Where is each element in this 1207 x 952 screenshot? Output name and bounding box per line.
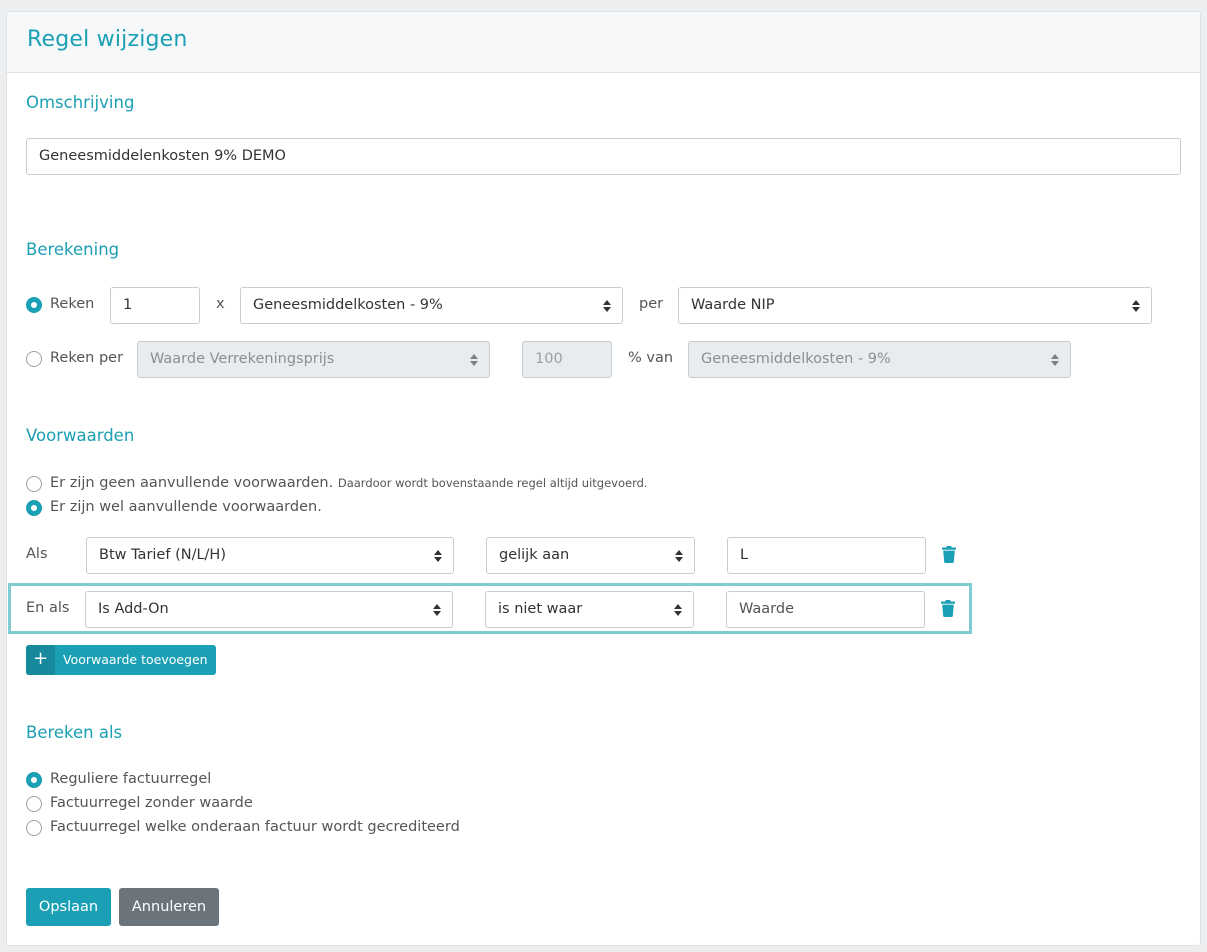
no-conditions-text: Er zijn geen aanvullende voorwaarden. bbox=[50, 475, 334, 491]
condition-field-select[interactable]: Is Add-On bbox=[85, 591, 453, 628]
page-title: Regel wijzigen bbox=[27, 27, 188, 52]
sort-arrows-icon bbox=[434, 547, 443, 564]
condition-field-value: Is Add-On bbox=[98, 601, 169, 617]
sort-arrows-icon bbox=[1132, 297, 1141, 314]
percent-of-label: % van bbox=[628, 350, 674, 366]
option-regular-radio[interactable] bbox=[26, 772, 42, 788]
reken-per-select-value: Waarde Verrekeningsprijs bbox=[150, 351, 335, 367]
option-no-value-label: Factuurregel zonder waarde bbox=[50, 795, 253, 811]
reken-per-select: Waarde Verrekeningsprijs bbox=[137, 341, 490, 378]
trash-icon[interactable] bbox=[942, 546, 956, 563]
option-credited-radio[interactable] bbox=[26, 820, 42, 836]
voorwaarden-title: Voorwaarden bbox=[26, 426, 135, 445]
card-header: Regel wijzigen bbox=[7, 12, 1200, 73]
condition-prefix: Als bbox=[26, 546, 48, 562]
condition-prefix: En als bbox=[26, 600, 70, 616]
option-regular-label: Reguliere factuurregel bbox=[50, 771, 212, 787]
with-conditions-radio[interactable] bbox=[26, 500, 42, 516]
with-conditions-label: Er zijn wel aanvullende voorwaarden. bbox=[50, 499, 322, 515]
description-input[interactable]: Geneesmiddelenkosten 9% DEMO bbox=[26, 138, 1181, 175]
condition-field-select[interactable]: Btw Tarief (N/L/H) bbox=[86, 537, 454, 574]
trash-icon[interactable] bbox=[941, 600, 955, 617]
condition-value-input[interactable]: Waarde bbox=[726, 591, 925, 628]
condition-operator-value: is niet waar bbox=[498, 601, 583, 617]
times-label: x bbox=[216, 296, 225, 312]
reken-per-radio[interactable] bbox=[26, 351, 42, 367]
sort-arrows-icon bbox=[433, 601, 442, 618]
per-label: per bbox=[639, 296, 664, 312]
condition-operator-value: gelijk aan bbox=[499, 547, 570, 563]
per-select-value: Waarde NIP bbox=[691, 297, 775, 313]
option-credited-label: Factuurregel welke onderaan factuur word… bbox=[50, 819, 460, 835]
per-select[interactable]: Waarde NIP bbox=[678, 287, 1152, 324]
sort-arrows-icon bbox=[674, 601, 683, 618]
reken-per-label: Reken per bbox=[50, 350, 124, 366]
condition-operator-select[interactable]: gelijk aan bbox=[486, 537, 695, 574]
cancel-button[interactable]: Annuleren bbox=[119, 888, 219, 926]
no-conditions-note: Daardoor wordt bovenstaande regel altijd… bbox=[337, 476, 648, 490]
cost-select[interactable]: Geneesmiddelkosten - 9% bbox=[240, 287, 623, 324]
condition-value-input[interactable]: L bbox=[727, 537, 926, 574]
add-condition-button[interactable]: + Voorwaarde toevoegen bbox=[26, 645, 216, 675]
reken-label: Reken bbox=[50, 296, 95, 312]
reken-radio[interactable] bbox=[26, 297, 42, 313]
percent-of-select: Geneesmiddelkosten - 9% bbox=[688, 341, 1071, 378]
condition-field-value: Btw Tarief (N/L/H) bbox=[99, 547, 226, 563]
plus-icon: + bbox=[26, 645, 55, 675]
no-conditions-label: Er zijn geen aanvullende voorwaarden. Da… bbox=[50, 475, 648, 491]
no-conditions-radio[interactable] bbox=[26, 476, 42, 492]
sort-arrows-icon bbox=[603, 297, 612, 314]
sort-arrows-icon bbox=[675, 547, 684, 564]
berekening-title: Berekening bbox=[26, 240, 120, 259]
sort-arrows-icon bbox=[1051, 351, 1060, 368]
condition-operator-select[interactable]: is niet waar bbox=[485, 591, 694, 628]
percent-of-select-value: Geneesmiddelkosten - 9% bbox=[701, 351, 891, 367]
percentage-input: 100 bbox=[522, 341, 612, 378]
cost-select-value: Geneesmiddelkosten - 9% bbox=[253, 297, 443, 313]
amount-input[interactable]: 1 bbox=[110, 287, 200, 324]
omschrijving-title: Omschrijving bbox=[26, 93, 135, 112]
option-no-value-radio[interactable] bbox=[26, 796, 42, 812]
add-condition-label: Voorwaarde toevoegen bbox=[63, 652, 208, 667]
save-button[interactable]: Opslaan bbox=[26, 888, 111, 926]
bereken-als-title: Bereken als bbox=[26, 723, 123, 742]
sort-arrows-icon bbox=[470, 351, 479, 368]
